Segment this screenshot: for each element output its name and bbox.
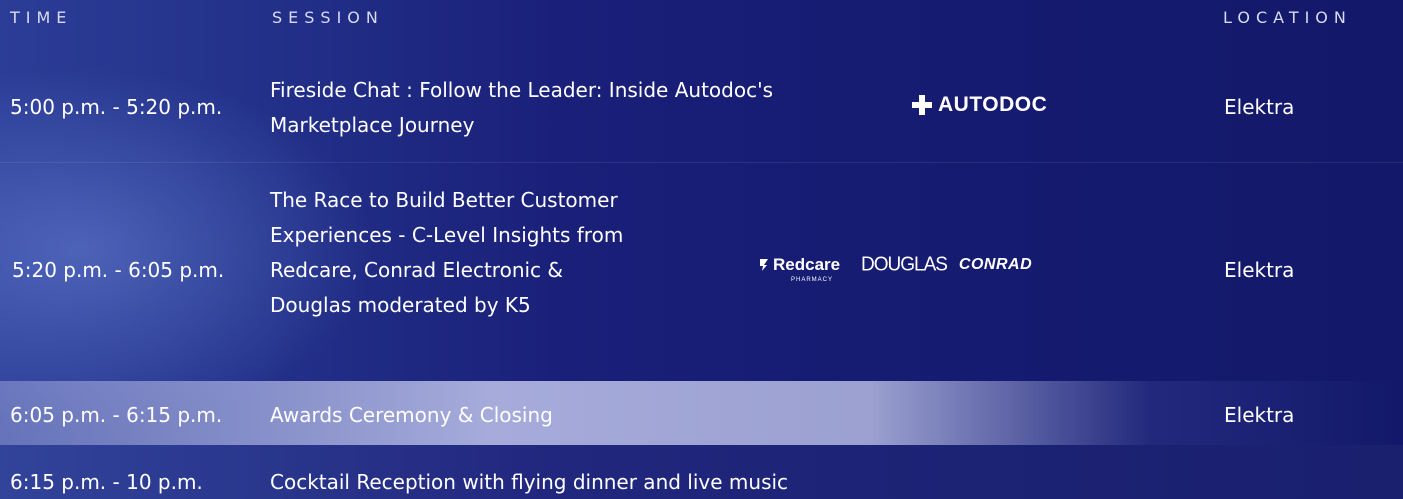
column-header-location: LOCATION — [1223, 8, 1352, 27]
agenda-schedule: TIME SESSION LOCATION 5:00 p.m. - 5:20 p… — [0, 0, 1403, 499]
session-title: The Race to Build Better Customer Experi… — [270, 188, 624, 317]
column-header-session: SESSION — [272, 8, 384, 27]
column-header-time: TIME — [10, 8, 73, 27]
plus-icon — [912, 95, 932, 115]
session-time: 6:15 p.m. - 10 p.m. — [10, 470, 203, 494]
agenda-row: 6:05 p.m. - 6:15 p.m. Awards Ceremony & … — [0, 381, 1403, 445]
partner-logos: Redcare PHARMACY DOUGLAS CONRAD — [757, 253, 1033, 285]
session-title: Cocktail Reception with flying dinner an… — [270, 470, 789, 494]
autodoc-logo: AUTODOC — [912, 90, 1047, 120]
agenda-row: 6:15 p.m. - 10 p.m. Cocktail Reception w… — [0, 445, 1403, 499]
session-time: 5:00 p.m. - 5:20 p.m. — [10, 95, 223, 119]
session-title: Awards Ceremony & Closing — [270, 403, 553, 427]
autodoc-logo-text: AUTODOC — [938, 93, 1048, 116]
session-time: 5:20 p.m. - 6:05 p.m. — [12, 258, 225, 282]
session-title: Fireside Chat : Follow the Leader: Insid… — [270, 78, 773, 137]
session-location: Elektra — [1224, 403, 1295, 427]
agenda-row: 5:20 p.m. - 6:05 p.m. The Race to Build … — [0, 163, 1403, 381]
redcare-mark-icon — [760, 259, 768, 271]
redcare-logo-subtext: PHARMACY — [791, 277, 834, 283]
agenda-header: TIME SESSION LOCATION — [0, 8, 1403, 30]
douglas-logo: DOUGLAS — [861, 253, 948, 276]
session-location: Elektra — [1224, 258, 1295, 282]
session-location: Elektra — [1224, 95, 1295, 119]
redcare-logo-text: Redcare — [773, 255, 841, 274]
redcare-logo: Redcare PHARMACY — [757, 255, 849, 285]
agenda-row: 5:00 p.m. - 5:20 p.m. Fireside Chat : Fo… — [0, 70, 1403, 163]
session-time: 6:05 p.m. - 6:15 p.m. — [10, 403, 223, 427]
conrad-logo: CONRAD — [958, 256, 1033, 273]
